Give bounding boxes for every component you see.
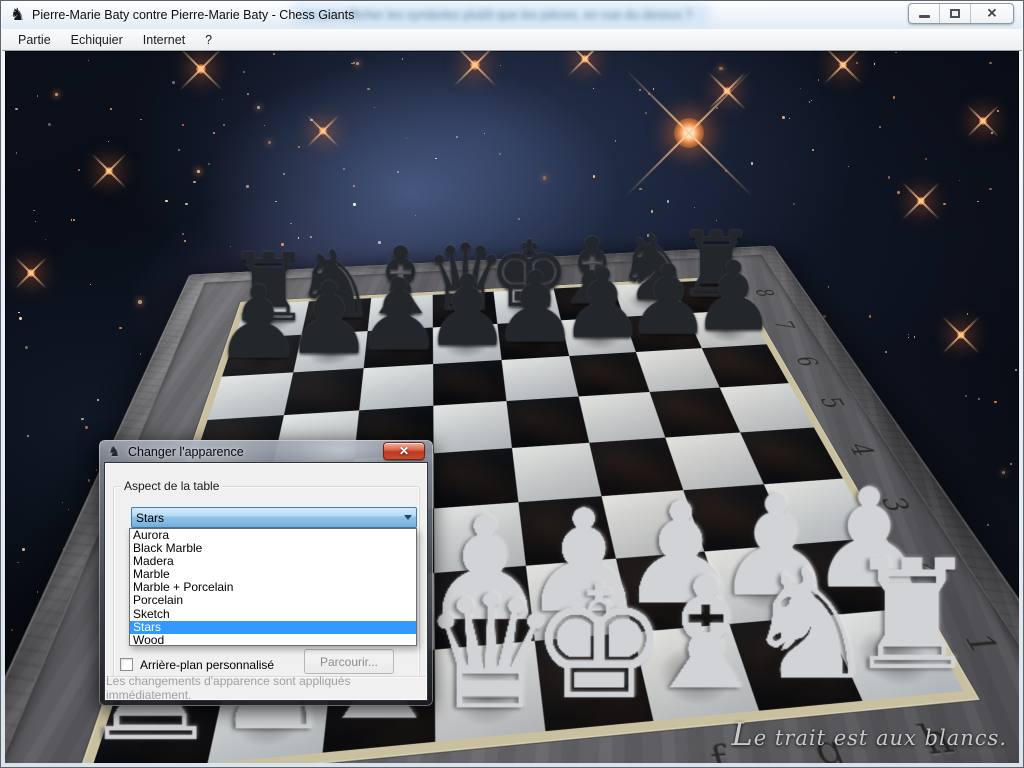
list-option-madera[interactable]: Madera bbox=[130, 555, 416, 568]
menu-item-[interactable]: ? bbox=[195, 30, 222, 50]
dialog-title-bar[interactable]: ♞ Changer l'apparence ✕ bbox=[99, 440, 433, 464]
browse-button[interactable]: Parcourir... bbox=[304, 649, 394, 674]
menu-bar: PartieEchiquierInternet? bbox=[2, 29, 1022, 51]
dialog-status-text: Les changements d'apparence sont appliqu… bbox=[106, 676, 426, 699]
board-square-e8[interactable] bbox=[494, 289, 561, 324]
board-square-b6[interactable] bbox=[284, 369, 364, 416]
board-square-e7[interactable] bbox=[497, 321, 569, 361]
rank-label-6: 6 bbox=[767, 348, 848, 376]
groupbox-label: Aspect de la table bbox=[121, 479, 222, 493]
minimize-button[interactable] bbox=[909, 4, 940, 23]
board-square-c8[interactable] bbox=[368, 295, 433, 331]
restore-icon bbox=[950, 9, 960, 18]
board-square-b8[interactable] bbox=[302, 298, 372, 335]
app-window: ne pas afficher les symboles plutôt que … bbox=[0, 0, 1024, 768]
dialog-knight-icon: ♞ bbox=[108, 444, 121, 460]
menu-item-echiquier[interactable]: Echiquier bbox=[61, 30, 133, 50]
minimize-icon bbox=[919, 15, 930, 18]
board-square-a7[interactable] bbox=[222, 335, 302, 377]
board-square-a8[interactable] bbox=[235, 302, 309, 339]
list-option-stars[interactable]: Stars bbox=[130, 621, 416, 634]
rank-label-8: 8 bbox=[729, 282, 800, 304]
caption-button-group: ✕ bbox=[908, 3, 1014, 24]
turn-status-text: Le trait est aux blancs. bbox=[732, 715, 1007, 753]
appearance-dropdown-list: AuroraBlack MarbleMaderaMarbleMarble + P… bbox=[129, 528, 417, 646]
app-knight-icon[interactable]: ♞ bbox=[10, 5, 25, 25]
custom-background-checkbox[interactable] bbox=[120, 658, 133, 671]
background-window-ghost-text: ne pas afficher les symboles plutôt que … bbox=[302, 8, 702, 22]
close-icon: ✕ bbox=[987, 7, 998, 20]
restore-button[interactable] bbox=[940, 4, 971, 23]
dialog-title: Changer l'apparence bbox=[128, 445, 244, 459]
dialog-close-icon: ✕ bbox=[399, 445, 409, 457]
combobox-value: Stars bbox=[132, 511, 399, 525]
menu-item-partie[interactable]: Partie bbox=[8, 30, 61, 50]
title-bar[interactable]: ne pas afficher les symboles plutôt que … bbox=[2, 1, 1022, 29]
list-option-porcelain[interactable]: Porcelain bbox=[130, 594, 416, 607]
board-square-d8[interactable] bbox=[433, 292, 498, 328]
board-square-d7[interactable] bbox=[433, 324, 502, 364]
list-option-wood[interactable]: Wood bbox=[130, 634, 416, 646]
list-option-sketch[interactable]: Sketch bbox=[130, 608, 416, 621]
custom-background-label: Arrière-plan personnalisé bbox=[140, 658, 274, 672]
board-square-f7[interactable] bbox=[561, 317, 636, 356]
rank-label-5: 5 bbox=[789, 387, 876, 419]
window-title: Pierre-Marie Baty contre Pierre-Marie Ba… bbox=[32, 8, 354, 22]
board-square-d5[interactable] bbox=[433, 401, 512, 453]
board-square-a6[interactable] bbox=[208, 373, 294, 421]
board-square-c6[interactable] bbox=[359, 364, 433, 410]
board-square-c7[interactable] bbox=[364, 328, 433, 369]
board-square-f8[interactable] bbox=[554, 286, 624, 321]
close-button[interactable]: ✕ bbox=[971, 4, 1013, 23]
dialog-close-button[interactable]: ✕ bbox=[383, 442, 425, 460]
board-square-e6[interactable] bbox=[502, 356, 579, 401]
appearance-dialog: ♞ Changer l'apparence ✕ Aspect de la tab… bbox=[99, 440, 433, 706]
dialog-client-area: Aspect de la table Stars AuroraBlack Mar… bbox=[106, 464, 426, 699]
board-square-b7[interactable] bbox=[293, 331, 367, 372]
rank-label-7: 7 bbox=[747, 313, 822, 338]
combobox-dropdown-arrow[interactable] bbox=[399, 515, 416, 520]
menu-item-internet[interactable]: Internet bbox=[133, 30, 195, 50]
table-aspect-combobox[interactable]: Stars bbox=[131, 507, 417, 528]
board-square-d6[interactable] bbox=[433, 360, 506, 406]
board-square-e5[interactable] bbox=[506, 397, 589, 449]
